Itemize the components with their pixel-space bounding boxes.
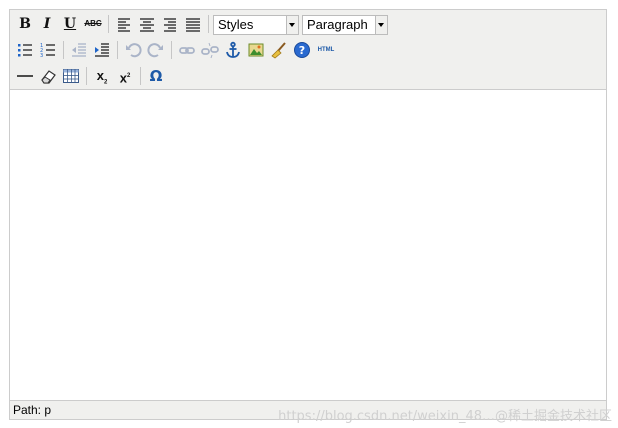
align-justify-button[interactable]	[183, 14, 203, 34]
editor-toolbar: B I U ABC Styles Paragraph 1 2 3 ? HTML …	[10, 10, 606, 90]
horizontal-rule-button[interactable]	[15, 66, 35, 86]
link-button[interactable]	[177, 40, 197, 60]
link-icon	[179, 47, 195, 54]
align-center-button[interactable]	[137, 14, 157, 34]
anchor-button[interactable]	[223, 40, 243, 60]
separator	[63, 41, 64, 59]
eraser-icon	[41, 70, 56, 84]
bullet-list-button[interactable]	[15, 40, 35, 60]
editor-content-area[interactable]	[10, 90, 606, 400]
separator	[117, 41, 118, 59]
underline-icon: U	[63, 16, 77, 32]
italic-icon: I	[43, 16, 51, 32]
unlink-icon	[201, 42, 219, 59]
chevron-down-icon[interactable]	[286, 16, 298, 34]
help-icon: ?	[294, 42, 310, 58]
align-left-button[interactable]	[114, 14, 134, 34]
html-source-button[interactable]: HTML	[314, 40, 338, 60]
outdent-icon	[72, 43, 86, 57]
separator	[208, 15, 209, 33]
format-select[interactable]: Paragraph	[302, 15, 388, 35]
redo-icon	[147, 43, 163, 58]
redo-button[interactable]	[146, 40, 166, 60]
html-icon: HTML	[317, 47, 335, 53]
rich-text-editor: B I U ABC Styles Paragraph 1 2 3 ? HTML …	[9, 9, 607, 420]
broom-icon	[271, 42, 286, 59]
bold-button[interactable]: B	[15, 14, 35, 34]
bold-icon: B	[19, 16, 31, 32]
svg-text:3: 3	[40, 53, 43, 59]
superscript-button[interactable]: x2	[115, 66, 135, 86]
watermark: https://blog.csdn.net/weixin_48…@稀土掘金技术社…	[278, 409, 612, 424]
anchor-icon	[226, 41, 240, 58]
svg-text:?: ?	[299, 44, 305, 57]
cleanup-button[interactable]	[269, 40, 289, 60]
superscript-icon: x2	[119, 70, 131, 86]
indent-icon	[95, 43, 109, 57]
separator	[108, 15, 109, 33]
undo-icon	[126, 43, 142, 58]
numbered-list-icon: 123	[40, 43, 55, 59]
strikethrough-button[interactable]: ABC	[83, 14, 103, 34]
horizontal-rule-icon	[17, 75, 33, 77]
align-justify-icon	[186, 18, 200, 32]
align-right-button[interactable]	[160, 14, 180, 34]
remove-format-button[interactable]	[38, 66, 58, 86]
separator	[86, 67, 87, 85]
styles-select-value: Styles	[218, 17, 254, 32]
format-select-value: Paragraph	[307, 17, 368, 32]
table-icon	[63, 69, 79, 83]
bullet-list-icon	[18, 44, 32, 57]
styles-select[interactable]: Styles	[213, 15, 299, 35]
separator	[140, 67, 141, 85]
insert-image-button[interactable]	[246, 40, 266, 60]
indent-button[interactable]	[92, 40, 112, 60]
align-center-icon	[140, 18, 154, 32]
separator	[171, 41, 172, 59]
strikethrough-icon: ABC	[84, 19, 102, 28]
numbered-list-button[interactable]: 123	[38, 40, 58, 60]
element-path: Path: p	[13, 403, 52, 417]
undo-button[interactable]	[123, 40, 143, 60]
unlink-button[interactable]	[200, 40, 220, 60]
subscript-button[interactable]: x2	[92, 66, 112, 86]
italic-button[interactable]: I	[37, 14, 57, 34]
align-left-icon	[118, 18, 130, 32]
table-button[interactable]	[61, 66, 81, 86]
image-icon	[248, 43, 264, 57]
align-right-icon	[164, 18, 176, 32]
help-button[interactable]: ?	[292, 40, 312, 60]
outdent-button[interactable]	[69, 40, 89, 60]
omega-icon: Ω	[149, 67, 163, 85]
special-character-button[interactable]: Ω	[146, 66, 166, 86]
chevron-down-icon[interactable]	[375, 16, 387, 34]
subscript-icon: x2	[96, 68, 108, 86]
underline-button[interactable]: U	[60, 14, 80, 34]
